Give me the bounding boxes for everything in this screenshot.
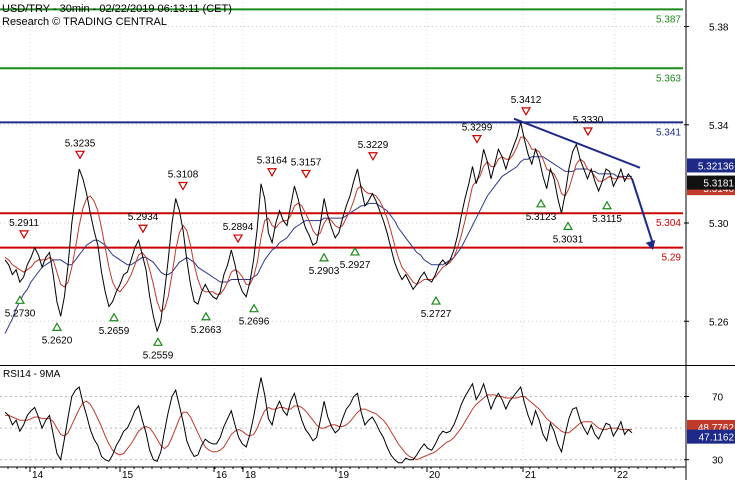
trough-label: 5.2903 [309,266,340,277]
x-tick-label: 22 [617,470,629,480]
x-tick-label: 20 [429,470,441,480]
price-tag-label: 5.32136 [698,161,735,172]
peak-label: 5.2894 [223,222,254,233]
level-label: 5.304 [656,218,681,229]
peak-label: 5.3164 [257,156,288,167]
peak-label: 5.2934 [128,212,159,223]
peak-label: 5.2911 [9,218,39,229]
trough-label: 5.2696 [239,317,270,328]
trough-label: 5.2730 [5,308,36,319]
x-tick-label: 19 [338,470,350,480]
peak-label: 5.3229 [358,140,389,151]
trough-label: 5.2620 [42,335,73,346]
y-tick-label: 5.30 [709,219,729,230]
chart-canvas: 5.387 5.363 5.341 5.304 5.29 5.2911 5.3235 5.2… [0,0,735,481]
rsi-title: RSI14 - 9MA [3,369,61,380]
x-tick-label: 16 [216,470,228,480]
x-tick-label: 18 [245,470,257,480]
trough-label: 5.2663 [191,325,222,336]
x-tick-label: 14 [32,470,44,480]
peak-label: 5.3108 [168,169,199,180]
trough-label: 5.2927 [340,260,371,271]
trough-label: 5.2727 [421,309,452,320]
x-tick-label: 21 [525,470,537,480]
chart-source: Research © TRADING CENTRAL [2,16,167,28]
chart-title: USD/TRY - 30min - 02/22/2019 06:13:11 (C… [2,3,232,15]
chart-root: 5.387 5.363 5.341 5.304 5.29 5.2911 5.3235 5.2… [0,0,735,481]
peak-label: 5.3330 [573,115,604,126]
price-tag-label: 5.3181 [703,179,734,190]
x-tick-label: 15 [122,470,134,480]
trough-label: 5.3115 [592,214,622,225]
rsi-value-tag-label: 47.1162 [699,433,735,444]
rsi-y-tick-label: 70 [712,392,724,403]
trough-label: 5.2659 [99,326,130,337]
trough-label: 5.3123 [526,212,557,223]
trough-label: 5.3031 [553,234,584,245]
trough-label: 5.2559 [143,350,174,361]
level-label: 5.29 [662,253,682,264]
peak-label: 5.3235 [65,138,96,149]
y-tick-label: 5.38 [709,23,729,34]
level-label: 5.363 [656,73,681,84]
peak-label: 5.3157 [291,157,322,168]
price-tag: 5.32136 [687,158,735,173]
rsi-y-tick-label: 30 [712,456,724,467]
peak-label: 5.3412 [511,95,542,106]
y-tick-label: 5.26 [709,317,729,328]
peak-label: 5.3299 [462,123,493,134]
y-tick-label: 5.34 [709,121,729,132]
level-label: 5.387 [656,14,681,25]
level-label: 5.341 [656,127,681,138]
rsi-value-tag: 47.1162 [687,429,735,444]
price-tag: 5.3181 [687,175,735,190]
